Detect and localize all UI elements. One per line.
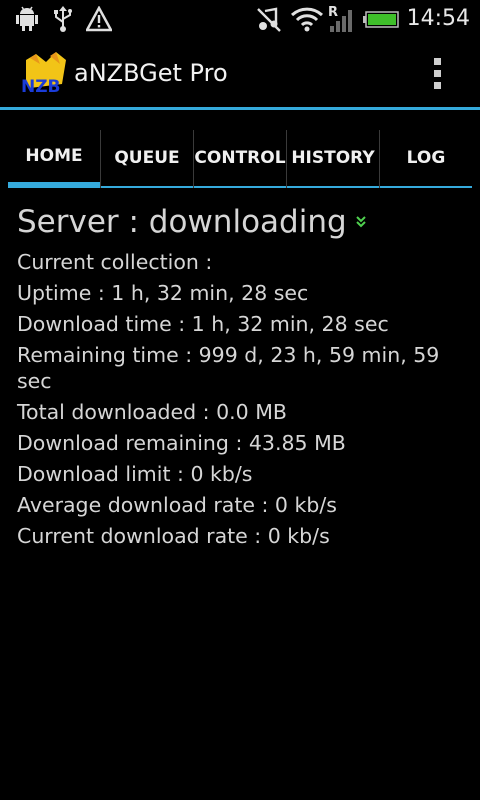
- clock: 14:54: [406, 6, 470, 31]
- warning-icon: [86, 6, 112, 32]
- menu-dot-icon: [434, 70, 441, 77]
- server-status-row[interactable]: Server : downloading: [17, 200, 467, 244]
- overflow-menu-button[interactable]: [428, 58, 448, 92]
- tab-bar: HOME QUEUE CONTROL HISTORY LOG: [8, 130, 472, 190]
- app-title: aNZBGet Pro: [74, 59, 228, 87]
- android-debug-icon: [16, 6, 38, 31]
- current-collection-text: Current collection :: [17, 250, 213, 274]
- action-bar-divider: [0, 107, 480, 110]
- chevron-double-down-icon[interactable]: [355, 215, 367, 229]
- home-content: Server : downloading Current collection …: [17, 200, 467, 549]
- menu-dot-icon: [434, 58, 441, 65]
- usb-icon: [54, 6, 72, 32]
- roaming-label: R: [328, 5, 338, 20]
- app-logo[interactable]: NZB: [20, 50, 68, 94]
- total-downloaded-text: Total downloaded : 0.0 MB: [17, 400, 287, 424]
- signal-roaming-icon: R: [328, 5, 352, 32]
- battery-icon: [363, 11, 399, 28]
- action-bar: NZB aNZBGet Pro: [0, 38, 480, 107]
- mute-icon: [257, 7, 281, 32]
- wifi-icon: [290, 7, 324, 32]
- menu-dot-icon: [434, 82, 441, 89]
- tab-queue[interactable]: QUEUE: [101, 130, 193, 188]
- status-bar: R 14:54: [0, 0, 480, 38]
- tab-home[interactable]: HOME: [8, 130, 100, 188]
- download-limit-text: Download limit : 0 kb/s: [17, 462, 253, 486]
- current-download-rate-text: Current download rate : 0 kb/s: [17, 524, 330, 548]
- server-status-title: Server : downloading: [17, 204, 347, 240]
- tab-history[interactable]: HISTORY: [287, 130, 379, 188]
- tab-log[interactable]: LOG: [380, 130, 472, 188]
- remaining-time-text: Remaining time : 999 d, 23 h, 59 min, 59…: [17, 343, 440, 393]
- download-time-text: Download time : 1 h, 32 min, 28 sec: [17, 312, 389, 336]
- download-remaining-text: Download remaining : 43.85 MB: [17, 431, 346, 455]
- tab-control[interactable]: CONTROL: [194, 130, 286, 188]
- average-download-rate-text: Average download rate : 0 kb/s: [17, 493, 337, 517]
- uptime-text: Uptime : 1 h, 32 min, 28 sec: [17, 281, 309, 305]
- logo-text: NZB: [21, 77, 61, 94]
